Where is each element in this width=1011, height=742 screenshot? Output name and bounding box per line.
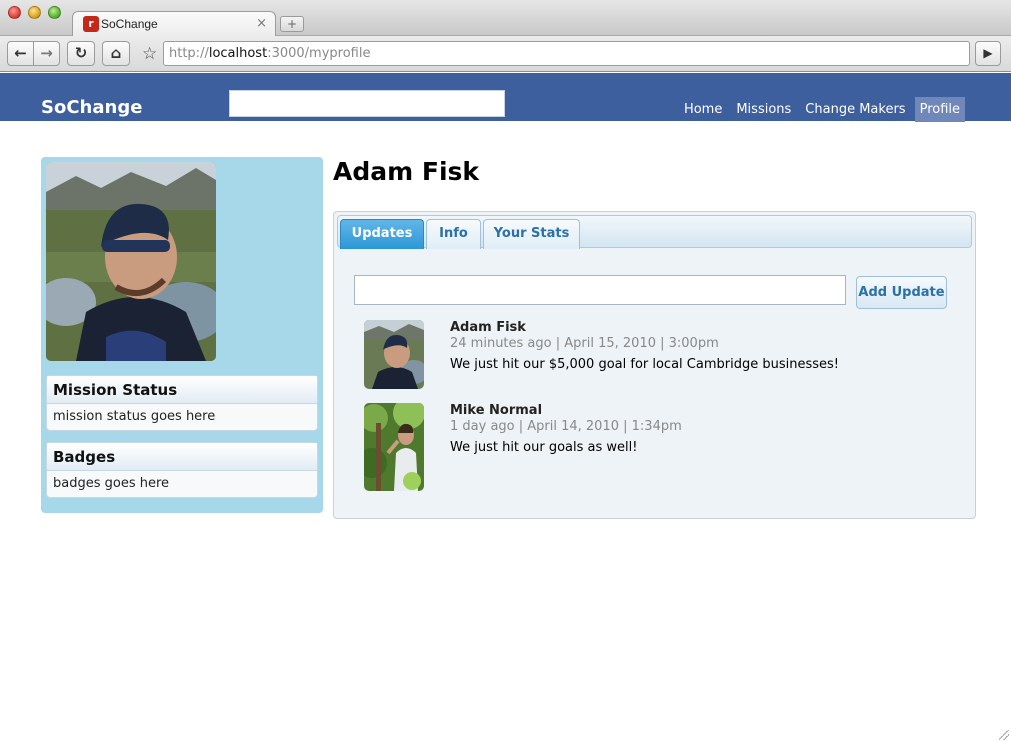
profile-tabs-panel: Updates Info Your Stats Add Update Adam …: [333, 211, 976, 519]
avatar: [364, 320, 424, 389]
mission-status-body: mission status goes here: [53, 409, 216, 424]
list-item: Mike Normal 1 day ago | April 14, 2010 |…: [364, 403, 954, 491]
nav-home[interactable]: Home: [679, 97, 727, 122]
tab-title: SoChange: [101, 17, 158, 31]
close-window-button[interactable]: [8, 6, 21, 19]
mission-status-card: Mission Status mission status goes here: [46, 375, 318, 431]
page-title: Adam Fisk: [333, 157, 480, 186]
badges-card: Badges badges goes here: [46, 442, 318, 498]
update-timestamp: 24 minutes ago | April 15, 2010 | 3:00pm: [450, 336, 719, 351]
forward-button[interactable]: →: [33, 41, 60, 66]
back-button[interactable]: ←: [7, 41, 34, 66]
mission-status-title: Mission Status: [47, 376, 317, 404]
add-update-button[interactable]: Add Update: [856, 276, 947, 309]
home-button[interactable]: ⌂: [102, 41, 130, 66]
zoom-window-button[interactable]: [48, 6, 61, 19]
badges-body: badges goes here: [53, 476, 170, 491]
go-button[interactable]: ▶: [975, 41, 1001, 66]
window-titlebar: r SoChange × +: [0, 0, 1011, 37]
update-author[interactable]: Adam Fisk: [450, 320, 526, 335]
tab-your-stats[interactable]: Your Stats: [483, 219, 580, 249]
reload-button[interactable]: ↻: [67, 41, 95, 66]
tab-info[interactable]: Info: [426, 219, 481, 249]
profile-sidebar: Mission Status mission status goes here …: [41, 157, 323, 513]
update-input[interactable]: [354, 275, 846, 305]
new-tab-button[interactable]: +: [280, 16, 304, 32]
site-nav: Home Missions Change Makers Profile: [675, 97, 965, 122]
nav-change-makers[interactable]: Change Makers: [800, 97, 910, 122]
profile-photo: [46, 162, 216, 361]
update-timestamp: 1 day ago | April 14, 2010 | 1:34pm: [450, 419, 682, 434]
favicon-icon: r: [83, 16, 99, 32]
nav-missions[interactable]: Missions: [731, 97, 796, 122]
update-text: We just hit our goals as well!: [450, 440, 638, 455]
nav-profile[interactable]: Profile: [914, 97, 965, 122]
tab-bar: Updates Info Your Stats: [337, 215, 972, 249]
tab-updates[interactable]: Updates: [340, 219, 424, 249]
update-author[interactable]: Mike Normal: [450, 403, 542, 418]
site-search-input[interactable]: [229, 90, 505, 117]
list-item: Adam Fisk 24 minutes ago | April 15, 201…: [364, 320, 954, 400]
bookmark-star-icon[interactable]: ☆: [142, 44, 157, 64]
site-logo[interactable]: SoChange: [41, 97, 142, 118]
browser-toolbar: ← → ↻ ⌂ ☆ http://localhost:3000/myprofil…: [0, 36, 1011, 72]
badges-title: Badges: [47, 443, 317, 471]
address-bar[interactable]: http://localhost:3000/myprofile: [163, 41, 970, 66]
site-header: SoChange Home Missions Change Makers Pro…: [0, 73, 1011, 122]
url-scheme: http://: [169, 46, 209, 61]
update-text: We just hit our $5,000 goal for local Ca…: [450, 357, 839, 372]
minimize-window-button[interactable]: [28, 6, 41, 19]
url-path: :3000/myprofile: [267, 46, 371, 61]
url-host: localhost: [208, 46, 268, 61]
avatar: [364, 403, 424, 491]
window-resize-handle[interactable]: [999, 730, 1009, 740]
browser-tab[interactable]: r SoChange ×: [72, 11, 276, 37]
tab-close-icon[interactable]: ×: [256, 16, 267, 31]
